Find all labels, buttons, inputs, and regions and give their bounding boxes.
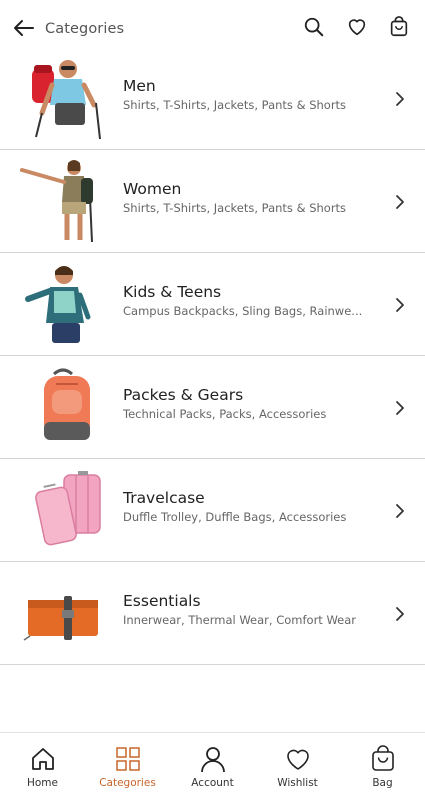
nav-bag[interactable]: Bag — [340, 733, 425, 800]
men-hiker-image — [32, 60, 101, 140]
category-row-men[interactable]: Men Shirts, T-Shirts, Jackets, Pants & S… — [0, 47, 425, 150]
nav-label: Bag — [372, 777, 393, 789]
category-title: Kids & Teens — [123, 283, 222, 301]
chevron-right-icon — [396, 195, 404, 209]
category-title: Women — [123, 180, 182, 198]
chevron-right-icon — [396, 401, 404, 415]
home-icon — [31, 748, 54, 770]
category-subtitle: Technical Packs, Packs, Accessories — [123, 407, 327, 421]
heart-icon[interactable] — [346, 16, 368, 38]
chevron-right-icon — [396, 607, 404, 621]
category-row-women[interactable]: Women Shirts, T-Shirts, Jackets, Pants &… — [0, 150, 425, 253]
category-title: Travelcase — [123, 489, 205, 507]
category-subtitle: Innerwear, Thermal Wear, Comfort Wear — [123, 613, 357, 627]
chevron-right-icon — [396, 92, 404, 106]
category-title: Packes & Gears — [123, 386, 244, 404]
bottom-navigation: Home Categories Account Wishlist Bag — [0, 732, 425, 800]
back-arrow-icon[interactable] — [12, 16, 36, 40]
category-subtitle: Duffle Trolley, Duffle Bags, Accessories — [123, 510, 347, 524]
chevron-right-icon — [396, 504, 404, 518]
wishlist-icon — [286, 749, 309, 770]
kids-teens-image — [25, 266, 91, 343]
nav-label: Wishlist — [277, 777, 318, 789]
category-list: Men Shirts, T-Shirts, Jackets, Pants & S… — [0, 47, 425, 665]
nav-account[interactable]: Account — [170, 733, 255, 800]
category-row-essentials[interactable]: Essentials Innerwear, Thermal Wear, Comf… — [0, 562, 425, 665]
chevron-right-icon — [396, 298, 404, 312]
category-title: Men — [123, 77, 156, 95]
categories-grid-icon — [115, 747, 140, 771]
category-subtitle: Shirts, T-Shirts, Jackets, Pants & Short… — [123, 201, 347, 215]
bag-icon[interactable] — [388, 16, 410, 38]
category-title: Essentials — [123, 592, 201, 610]
essentials-pouch-image — [23, 596, 98, 641]
category-row-kids-teens[interactable]: Kids & Teens Campus Backpacks, Sling Bag… — [0, 253, 425, 356]
travelcase-image — [35, 471, 101, 546]
nav-label: Home — [26, 777, 58, 789]
search-icon[interactable] — [303, 16, 325, 38]
category-subtitle: Shirts, T-Shirts, Jackets, Pants & Short… — [123, 98, 347, 112]
nav-label: Account — [191, 777, 234, 789]
nav-home[interactable]: Home — [0, 733, 85, 800]
page-title: Categories — [45, 21, 125, 37]
category-subtitle: Campus Backpacks, Sling Bags, Rainwe... — [123, 304, 363, 318]
category-row-travelcase[interactable]: Travelcase Duffle Trolley, Duffle Bags, … — [0, 459, 425, 562]
bag-icon — [371, 745, 394, 771]
women-hiker-image — [20, 160, 93, 243]
nav-wishlist[interactable]: Wishlist — [255, 733, 340, 800]
account-icon — [200, 747, 225, 773]
nav-categories[interactable]: Categories — [85, 733, 170, 800]
category-row-packes-gears[interactable]: Packes & Gears Technical Packs, Packs, A… — [0, 356, 425, 459]
backpack-image — [44, 368, 90, 440]
nav-label: Categories — [99, 777, 156, 789]
